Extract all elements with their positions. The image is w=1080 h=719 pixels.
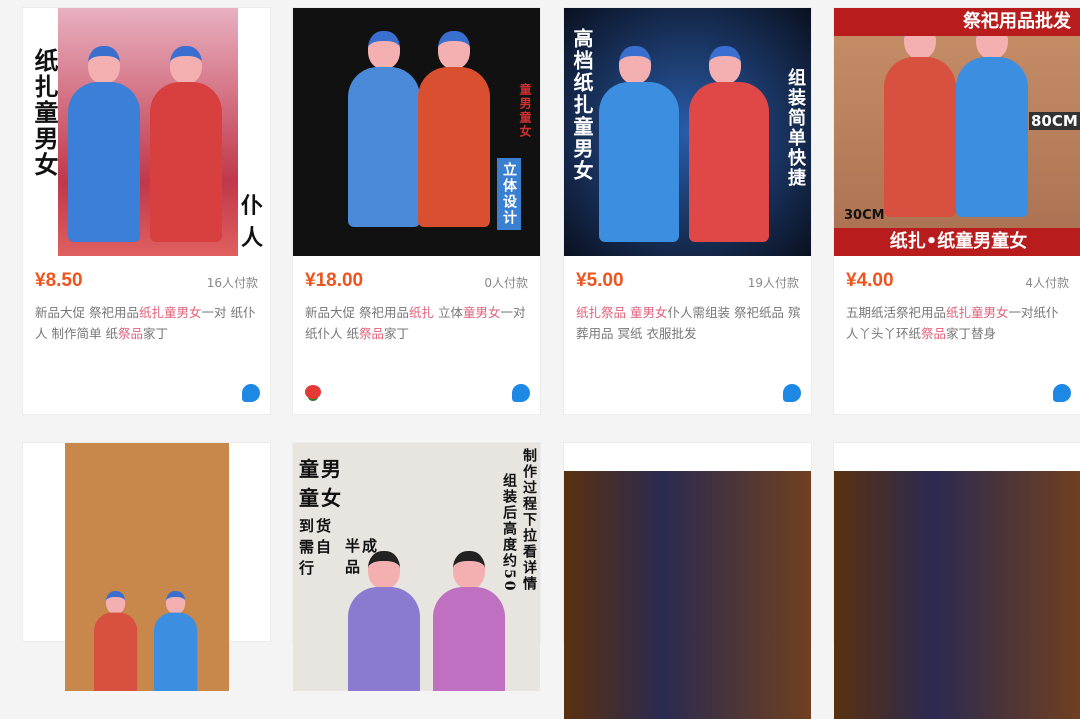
title-text: 家丁替身: [946, 326, 997, 341]
flower-icon: [305, 385, 321, 399]
image-caption: 制作过程下拉看详情: [521, 448, 537, 592]
image-caption: 30CM: [844, 208, 885, 223]
image-caption: 童男童女: [299, 457, 343, 510]
sales-count: 16人付款: [206, 276, 258, 290]
product-image[interactable]: [564, 8, 811, 256]
product-price: ¥18.00: [305, 270, 364, 291]
title-text: 新品大促 祭祀用品: [35, 305, 139, 320]
product-image[interactable]: [65, 443, 229, 691]
product-card[interactable]: [833, 442, 1080, 719]
image-caption: 组装简单快捷: [785, 68, 806, 188]
image-banner: 祭祀用品批发: [834, 8, 1080, 36]
title-text: 新品大促 祭祀用品: [305, 305, 409, 320]
product-price: ¥8.50: [35, 270, 83, 291]
wangwang-icon[interactable]: [512, 384, 530, 402]
product-card[interactable]: 高档纸扎童男女 组装简单快捷 ¥5.00 19人付款 纸扎祭品 童男女仆人需组装…: [563, 7, 812, 415]
product-image[interactable]: [564, 471, 811, 719]
product-title[interactable]: 纸扎祭品 童男女仆人需组装 祭祀纸品 殡葬用品 冥纸 衣服批发: [576, 302, 801, 344]
product-image[interactable]: [58, 8, 238, 256]
keyword-highlight: 祭品: [921, 326, 947, 341]
wangwang-icon[interactable]: [242, 384, 260, 402]
keyword-highlight: 童男女: [630, 305, 668, 320]
image-caption: 纸扎童男女: [30, 48, 59, 178]
keyword-highlight: 祭品: [117, 326, 143, 341]
title-text: 立体: [434, 305, 463, 320]
image-caption: 高档纸扎童男女: [570, 28, 594, 182]
image-caption: 组装后高度约50: [501, 473, 517, 593]
product-price: ¥4.00: [846, 270, 894, 291]
title-text: 家丁: [384, 326, 410, 341]
product-card[interactable]: [22, 442, 271, 691]
product-image[interactable]: [834, 471, 1080, 719]
product-card[interactable]: 童男童女 立体设计 ¥18.00 0人付款 新品大促 祭祀用品纸扎 立体童男女一…: [292, 7, 541, 415]
title-text: 五期纸活祭祀用品: [846, 305, 947, 320]
keyword-highlight: 纸扎童男女: [946, 305, 1009, 320]
keyword-highlight: 纸扎祭品: [576, 305, 627, 320]
product-card[interactable]: [563, 442, 812, 719]
image-caption: 到货需自行: [299, 517, 334, 577]
image-caption: 立体设计: [497, 158, 521, 230]
product-title[interactable]: 新品大促 祭祀用品纸扎童男女一对 纸仆人 制作简单 纸祭品家丁: [35, 302, 260, 344]
product-card[interactable]: 童男童女 到货需自行 半成品 制作过程下拉看详情 组装后高度约50: [292, 442, 541, 691]
image-caption: 80CM: [1029, 112, 1080, 130]
image-caption: 童男童女: [518, 83, 532, 139]
keyword-highlight: 祭品: [358, 326, 384, 341]
wangwang-icon[interactable]: [1053, 384, 1071, 402]
sales-count: 4人付款: [1025, 276, 1069, 290]
wangwang-icon[interactable]: [783, 384, 801, 402]
product-title[interactable]: 新品大促 祭祀用品纸扎 立体童男女一对 纸仆人 纸祭品家丁: [305, 302, 530, 344]
image-caption: 半成品: [345, 537, 380, 576]
keyword-highlight: 童男女: [462, 305, 501, 320]
keyword-highlight: 纸扎童男女: [138, 305, 202, 320]
image-caption: 仆人: [241, 193, 266, 251]
product-title[interactable]: 五期纸活祭祀用品纸扎童男女一对纸仆人丫头丫环纸祭品家丁替身: [846, 302, 1071, 344]
title-text: 家丁: [142, 326, 168, 341]
product-card[interactable]: 纸扎童男女 仆人 ¥8.50 16人付款 新品大促 祭祀用品纸扎童男女一对 纸仆…: [22, 7, 271, 415]
keyword-highlight: 纸扎: [408, 305, 434, 320]
sales-count: 19人付款: [747, 276, 799, 290]
image-banner: 纸扎•纸童男童女: [834, 228, 1080, 256]
product-card[interactable]: 祭祀用品批发 80CM 30CM 纸扎•纸童男童女 ¥4.00 4人付款 五期纸…: [833, 7, 1080, 415]
sales-count: 0人付款: [484, 276, 528, 290]
product-price: ¥5.00: [576, 270, 624, 291]
